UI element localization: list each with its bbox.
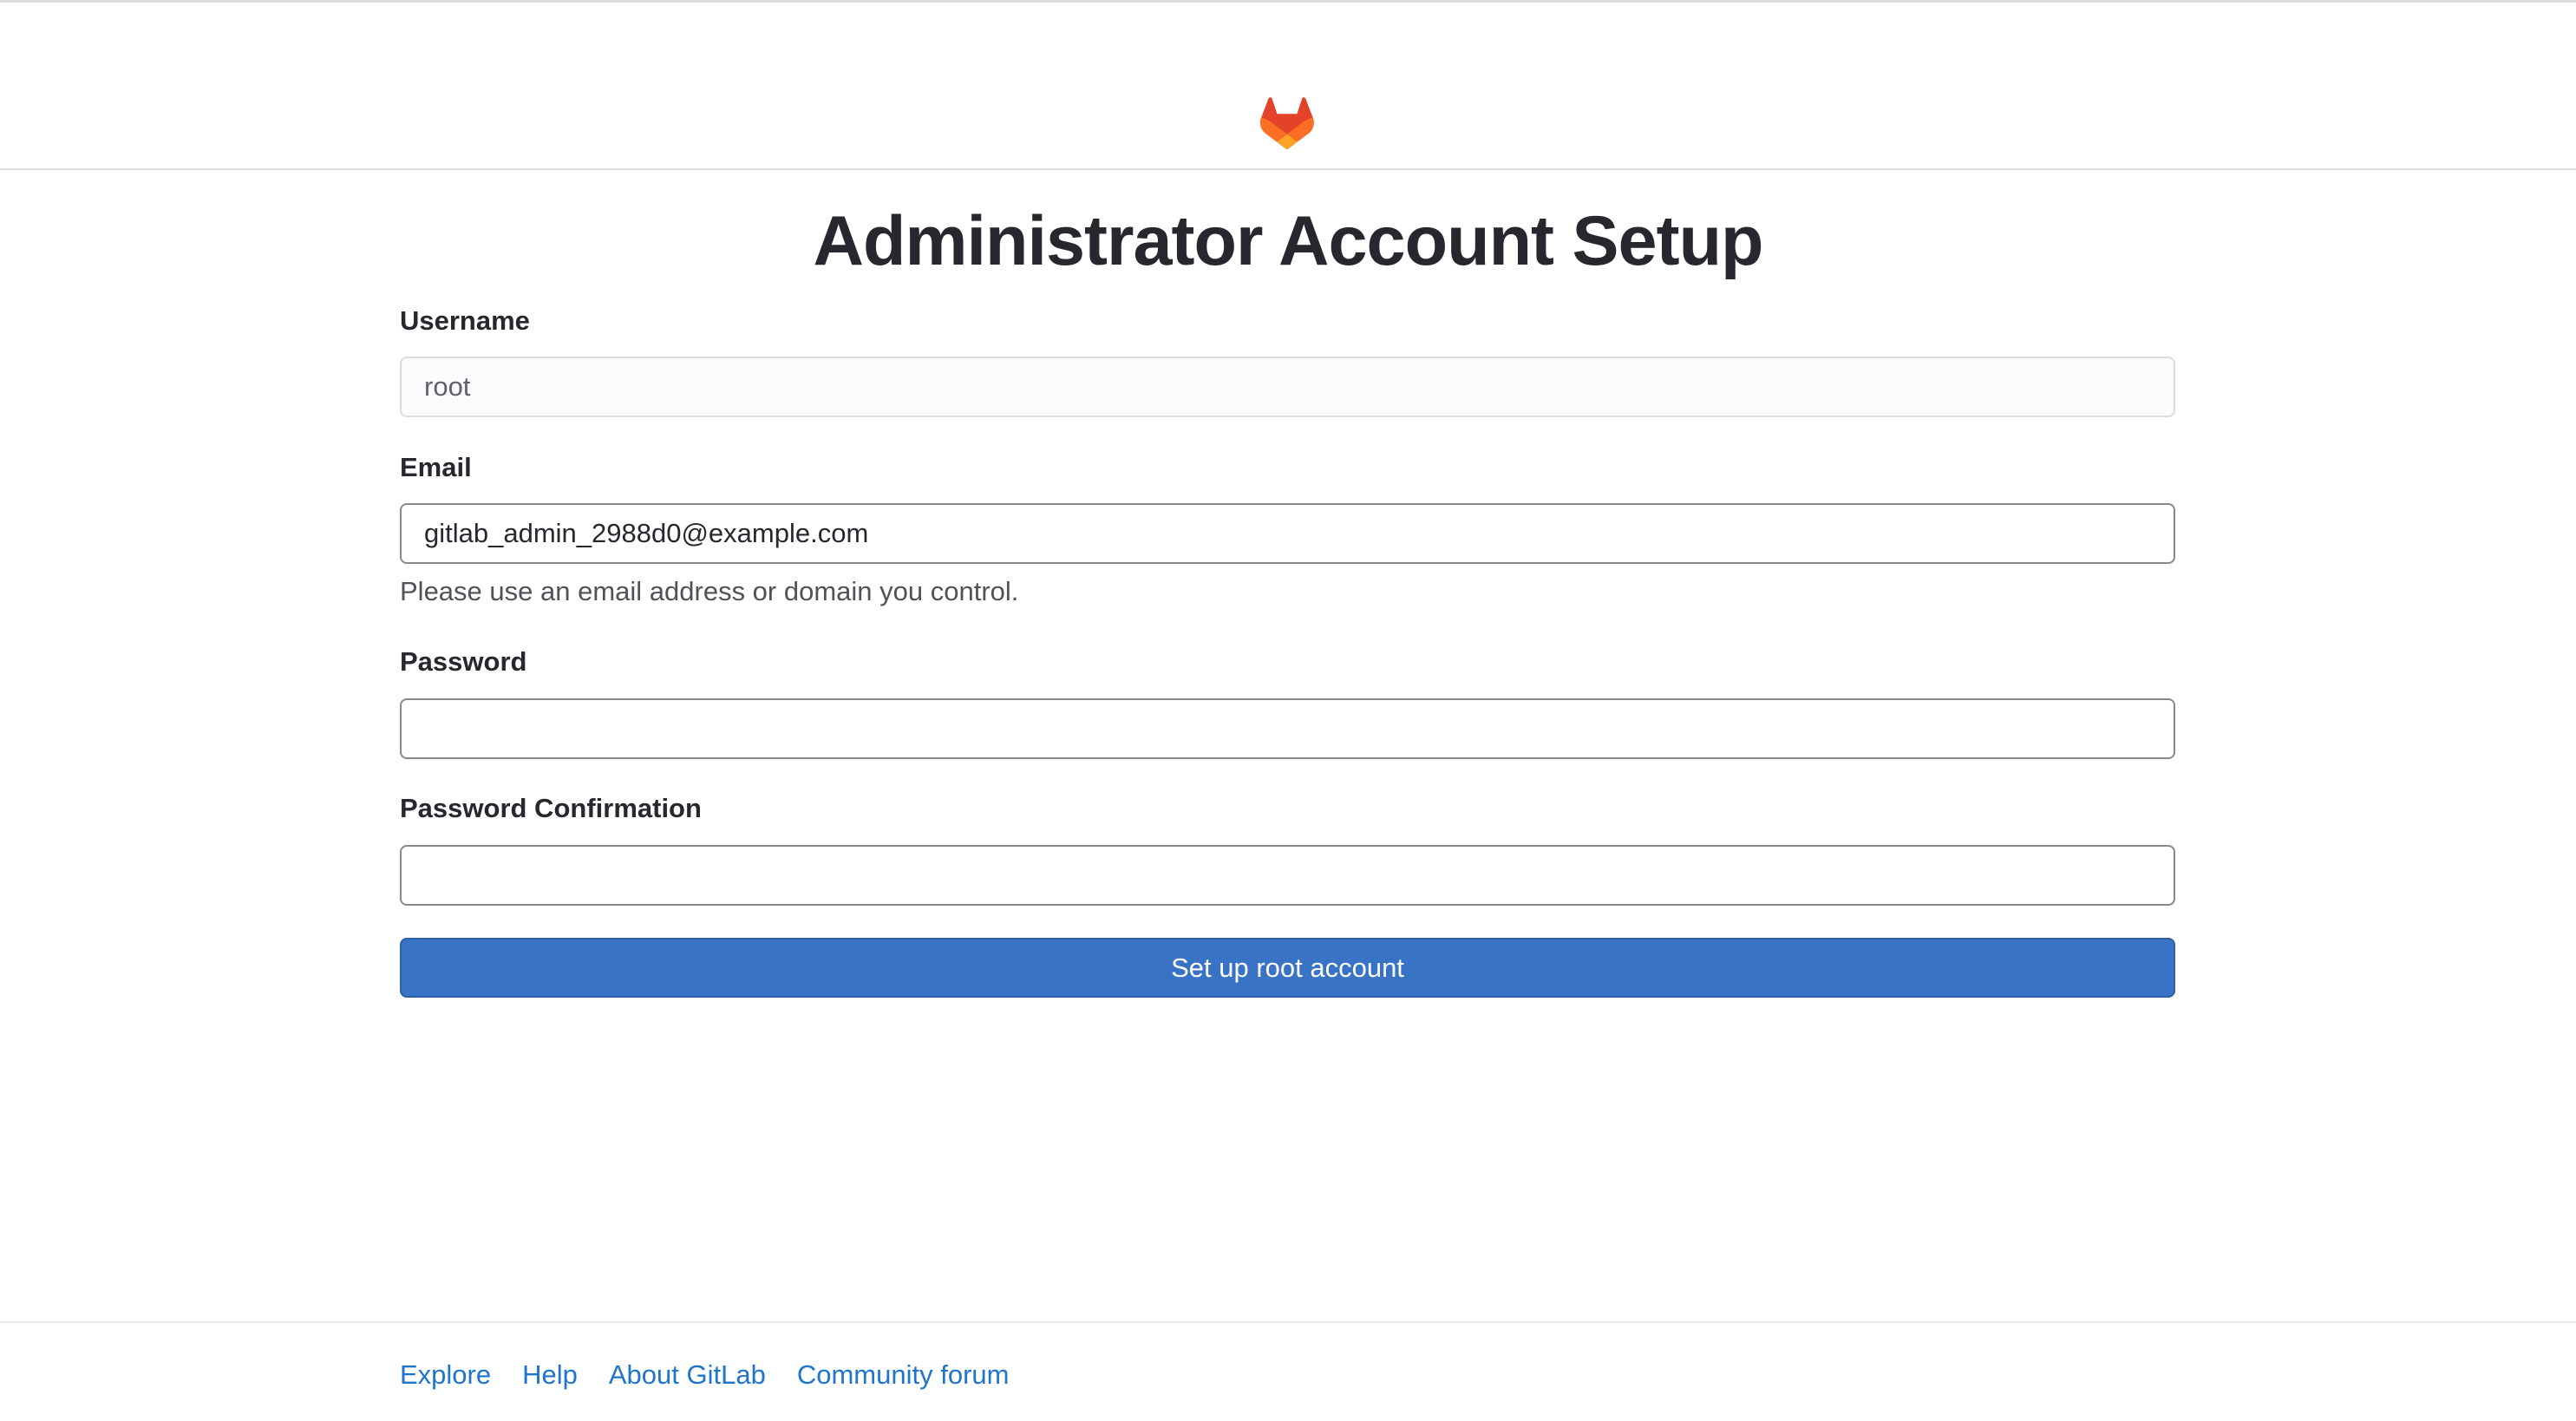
gitlab-tanuki-icon	[1260, 97, 1314, 149]
gitlab-logo-link[interactable]	[1260, 96, 1314, 150]
footer-link-about-gitlab[interactable]: About GitLab	[609, 1358, 766, 1392]
email-help-text: Please use an email address or domain yo…	[400, 576, 1019, 606]
header-bar	[0, 3, 2576, 170]
password-label: Password	[400, 646, 527, 677]
email-input[interactable]	[400, 503, 2175, 564]
footer-link-community-forum[interactable]: Community forum	[797, 1358, 1010, 1392]
email-label: Email	[400, 452, 472, 482]
password-confirmation-input[interactable]	[400, 845, 2175, 906]
username-input[interactable]	[400, 357, 2175, 417]
password-input[interactable]	[400, 698, 2175, 759]
footer-link-help[interactable]: Help	[522, 1358, 578, 1392]
password-confirmation-label: Password Confirmation	[400, 793, 702, 823]
footer: Explore Help About GitLab Community foru…	[0, 1321, 2576, 1421]
footer-link-explore[interactable]: Explore	[400, 1358, 491, 1392]
set-up-root-account-button[interactable]: Set up root account	[400, 938, 2175, 998]
username-label: Username	[400, 305, 530, 336]
footer-nav: Explore Help About GitLab Community foru…	[400, 1358, 1009, 1392]
page-title: Administrator Account Setup	[813, 202, 1763, 280]
